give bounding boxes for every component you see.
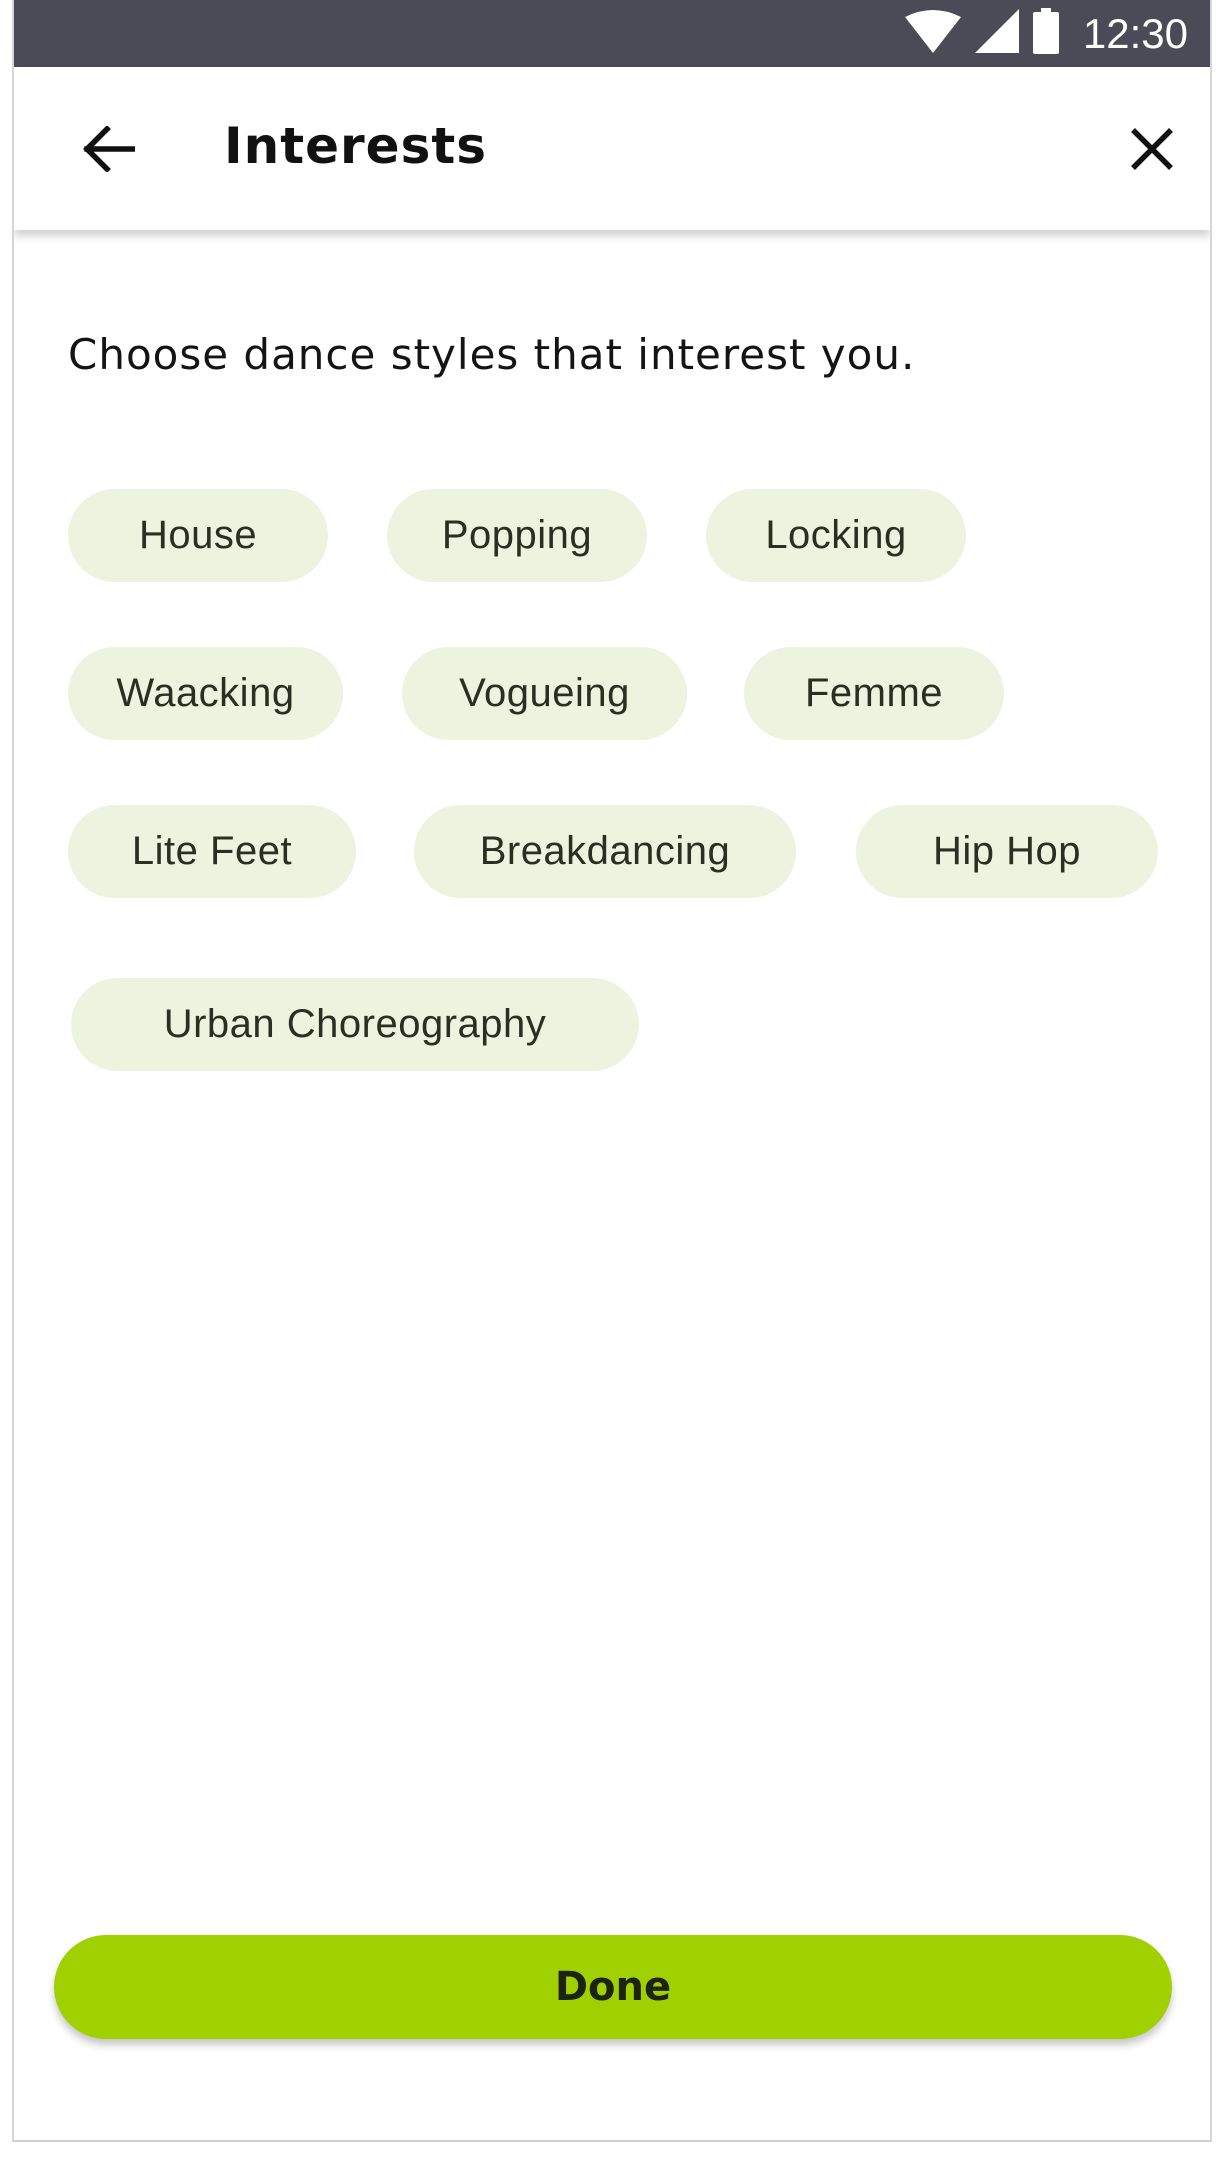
chip-lite-feet[interactable]: Lite Feet: [68, 805, 356, 898]
chip-hip-hop[interactable]: Hip Hop: [856, 805, 1158, 898]
wifi-icon: [904, 9, 961, 58]
battery-icon: [1032, 8, 1059, 59]
chip-house[interactable]: House: [68, 489, 328, 582]
status-bar: 12:30: [14, 0, 1210, 67]
status-time: 12:30: [1082, 9, 1188, 57]
page-title: Interests: [224, 117, 488, 175]
close-button[interactable]: [1112, 111, 1192, 191]
status-icons: 12:30: [904, 0, 1188, 67]
chip-popping[interactable]: Popping: [387, 489, 647, 582]
app-screen: 12:30 Interests Choose dance styles that…: [12, 0, 1212, 2142]
chip-locking[interactable]: Locking: [706, 489, 966, 582]
chip-vogueing[interactable]: Vogueing: [402, 647, 687, 740]
close-icon: [1130, 127, 1174, 176]
chip-waacking[interactable]: Waacking: [68, 647, 343, 740]
back-button[interactable]: [69, 111, 149, 191]
chip-femme[interactable]: Femme: [744, 647, 1004, 740]
cellular-signal-icon: [974, 9, 1019, 58]
done-button[interactable]: Done: [54, 1935, 1172, 2039]
arrow-left-icon: [83, 124, 136, 177]
instruction-text: Choose dance styles that interest you.: [68, 330, 916, 379]
app-bar: Interests: [14, 67, 1210, 230]
chip-breakdancing[interactable]: Breakdancing: [414, 805, 796, 898]
chip-urban-choreography[interactable]: Urban Choreography: [71, 978, 639, 1071]
